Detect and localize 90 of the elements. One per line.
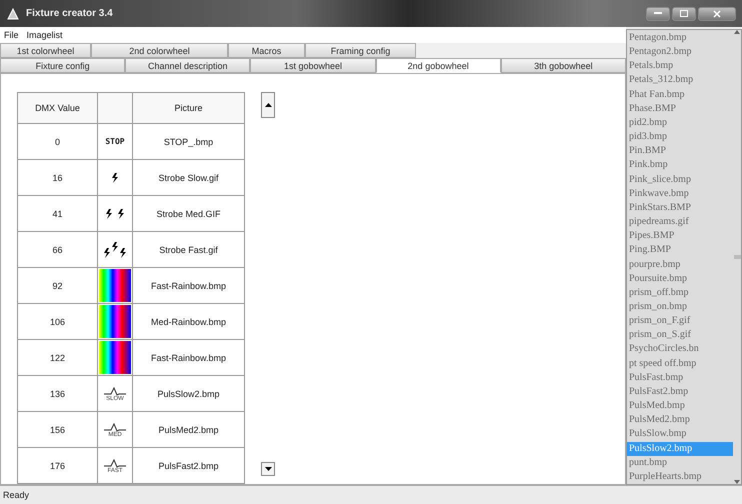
- down-arrow-icon: [264, 467, 272, 471]
- up-arrow-icon: [264, 103, 272, 107]
- minimize-icon: [654, 12, 662, 15]
- tab[interactable]: 2nd gobowheel: [376, 58, 501, 73]
- rainbow-stripes-icon: [99, 269, 131, 302]
- column-header: Picture: [132, 92, 244, 124]
- table-cell: Strobe Med.GIF: [132, 196, 244, 232]
- menu-item[interactable]: File: [4, 30, 19, 40]
- list-item[interactable]: Pentagon.bmp: [627, 31, 733, 46]
- list-item[interactable]: Pinkwave.bmp: [627, 186, 733, 201]
- table-cell: 136: [18, 376, 98, 412]
- list-item[interactable]: PinkStars.BMP: [627, 200, 733, 216]
- list-item[interactable]: prism_on.bmp: [627, 300, 733, 314]
- table-cell: Fast-Rainbow.bmp: [132, 268, 244, 304]
- list-item[interactable]: pid2.bmp: [627, 116, 733, 130]
- pulse-wave-icon: [104, 422, 126, 432]
- table-cell: 0: [18, 124, 98, 160]
- tab[interactable]: 1st gobowheel: [250, 58, 376, 73]
- table-cell: Med-Rainbow.bmp: [132, 304, 244, 340]
- tab[interactable]: Framing config: [305, 43, 416, 58]
- table-cell: 156: [18, 412, 98, 448]
- scroll-up-icon[interactable]: [734, 30, 740, 34]
- list-item[interactable]: Petals.bmp: [627, 59, 733, 74]
- list-item[interactable]: PulsSlow.bmp: [627, 427, 733, 442]
- list-item[interactable]: PulsFast2.bmp: [627, 384, 733, 400]
- column-header: DMX Value: [18, 92, 98, 124]
- list-item[interactable]: PsychoCircles.bn: [627, 342, 733, 357]
- lightning-icon: [112, 172, 118, 182]
- list-item[interactable]: Pink.bmp: [627, 158, 733, 173]
- table-cell: STOP_.bmp: [132, 124, 244, 160]
- rainbow-stripes-icon: [99, 305, 131, 338]
- list-item[interactable]: punt.bmp: [627, 456, 733, 470]
- list-item[interactable]: prism_on_S.gif: [627, 328, 733, 342]
- tab[interactable]: 2nd colorwheel: [91, 43, 228, 58]
- list-item[interactable]: PurpleHearts.bmp: [627, 470, 733, 484]
- list-item[interactable]: Phase.BMP: [627, 102, 733, 116]
- app-icon: [6, 6, 20, 20]
- list-item[interactable]: pid3.bmp: [627, 130, 733, 144]
- lightning-icon: [106, 208, 124, 218]
- table-cell: 176: [18, 448, 98, 484]
- list-item[interactable]: PulsSlow2.bmp: [627, 442, 733, 456]
- tab[interactable]: 3th gobowheel: [500, 58, 626, 73]
- list-item[interactable]: Petals_312.bmp: [627, 73, 733, 88]
- list-item[interactable]: prism_off.bmp: [627, 286, 733, 300]
- lightning-icon: [104, 242, 126, 258]
- list-item[interactable]: Poursuite.bmp: [627, 272, 733, 286]
- table-cell: Strobe Slow.gif: [132, 160, 244, 196]
- list-item[interactable]: Ping.BMP: [627, 243, 733, 258]
- table-cell: Strobe Fast.gif: [132, 232, 244, 268]
- list-item[interactable]: Pin.BMP: [627, 144, 733, 158]
- minimize-button[interactable]: [646, 6, 670, 20]
- tab[interactable]: Channel description: [125, 58, 250, 73]
- table-cell: 122: [18, 340, 98, 376]
- table-cell: 16: [18, 160, 98, 196]
- list-item[interactable]: prism_on_F.gif: [627, 314, 733, 328]
- list-item[interactable]: PulsFast.bmp: [627, 370, 733, 385]
- table-cell: 106: [18, 304, 98, 340]
- window-title: Fixture creator 3.4: [26, 8, 113, 19]
- tab[interactable]: Fixture config: [0, 58, 126, 73]
- table-cell: PulsFast2.bmp: [132, 448, 244, 484]
- list-item[interactable]: Phat Fan.bmp: [627, 88, 733, 102]
- list-item[interactable]: pipedreams.gif: [627, 215, 733, 230]
- scroll-up-button[interactable]: [261, 92, 275, 118]
- list-item[interactable]: PulsMed.bmp: [627, 399, 733, 414]
- list-item[interactable]: Pipes.BMP: [627, 229, 733, 244]
- scroll-thumb[interactable]: [734, 255, 740, 259]
- rainbow-stripes-icon: [99, 341, 131, 374]
- close-button[interactable]: [698, 6, 736, 20]
- table-cell: 41: [18, 196, 98, 232]
- stop-icon: STOP: [105, 137, 125, 146]
- pulse-wave-icon: [104, 458, 126, 468]
- maximize-button[interactable]: [672, 6, 696, 20]
- menu-item[interactable]: Imagelist: [26, 30, 63, 40]
- list-item[interactable]: pt speed off.bmp: [627, 356, 733, 371]
- table-cell: 92: [18, 268, 98, 304]
- list-item[interactable]: Pentagon2.bmp: [627, 45, 733, 60]
- close-icon: [713, 10, 721, 18]
- list-item[interactable]: Pink_slice.bmp: [627, 172, 733, 187]
- list-item[interactable]: PulsMed2.bmp: [627, 413, 733, 428]
- list-item[interactable]: pourpre.bmp: [627, 258, 733, 272]
- table-cell: 66: [18, 232, 98, 268]
- status-text: Ready: [0, 485, 742, 504]
- table-cell: PulsSlow2.bmp: [132, 376, 244, 412]
- table-cell: Fast-Rainbow.bmp: [132, 340, 244, 376]
- pulse-wave-icon: [104, 386, 126, 396]
- tab[interactable]: 1st colorwheel: [0, 43, 91, 58]
- maximize-icon: [680, 10, 688, 17]
- table-cell: PulsMed2.bmp: [132, 412, 244, 448]
- tab[interactable]: Macros: [228, 43, 305, 58]
- scroll-down-button[interactable]: [261, 462, 275, 476]
